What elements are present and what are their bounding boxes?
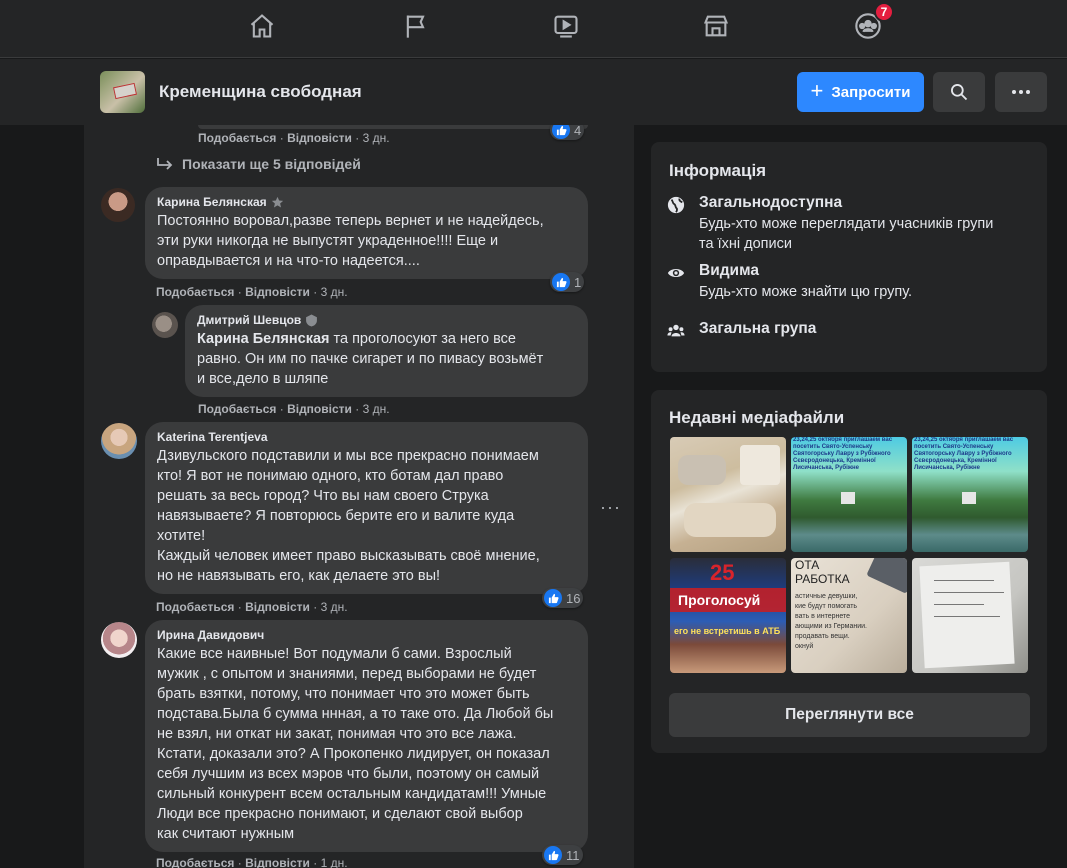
comment-actions: Подобається · Відповісти · 3 дн. bbox=[156, 600, 348, 614]
timestamp[interactable]: 1 дн. bbox=[321, 856, 348, 868]
info-title: Інформація bbox=[669, 161, 767, 180]
more-button[interactable] bbox=[995, 72, 1047, 112]
media-caption: РАБОТКА bbox=[795, 572, 850, 586]
reaction-count[interactable]: 16 bbox=[542, 588, 584, 608]
marketplace-icon[interactable] bbox=[696, 8, 736, 44]
comment-actions: Подобається · Відповісти · 3 дн. bbox=[198, 131, 390, 145]
search-icon bbox=[951, 84, 968, 101]
show-more-replies[interactable]: Показати ще 5 відповідей bbox=[156, 156, 361, 172]
info-row-title: Видима bbox=[699, 262, 759, 279]
media-caption: астичные девушки, кие будут помогать ват… bbox=[795, 593, 867, 650]
media-caption: его не встретишь в АТБ bbox=[674, 626, 781, 636]
media-thumbnail[interactable]: 23,24,25 октября приглашаем вас посетить… bbox=[791, 437, 907, 552]
comment-bubble: Ирина Давидович Какие все наивные! Вот п… bbox=[145, 620, 588, 852]
like-icon bbox=[544, 589, 562, 607]
avatar[interactable] bbox=[101, 423, 137, 459]
like-icon bbox=[552, 273, 570, 291]
recent-media-card: Недавні медіафайли 23,24,25 октября приг… bbox=[651, 390, 1047, 753]
comment-author[interactable]: Дмитрий Шевцов bbox=[197, 313, 301, 327]
comment-text: Дзивульского подставили и мы все прекрас… bbox=[157, 448, 540, 584]
mention-link[interactable]: Карина Белянская bbox=[197, 331, 329, 347]
info-row-title: Загальнодоступна bbox=[699, 194, 843, 211]
media-title: Недавні медіафайли bbox=[669, 408, 845, 427]
shield-badge-icon bbox=[306, 314, 318, 326]
watch-icon[interactable] bbox=[546, 8, 586, 44]
comment-author[interactable]: Ирина Давидович bbox=[157, 628, 576, 642]
like-link[interactable]: Подобається bbox=[198, 402, 276, 416]
flag-icon[interactable] bbox=[396, 8, 436, 44]
plus-icon: + bbox=[810, 78, 824, 103]
info-card: Інформація Загальнодоступна Будь-хто мож… bbox=[651, 142, 1047, 372]
reaction-count[interactable]: 11 bbox=[542, 845, 583, 865]
reply-bubble: Дмитрий Шевцов Карина Белянская та прого… bbox=[185, 305, 588, 397]
media-thumbnail[interactable] bbox=[912, 558, 1028, 673]
media-caption: Проголосуй bbox=[678, 592, 761, 608]
notification-badge: 7 bbox=[874, 2, 894, 22]
comment-bubble: Карина Белянская Постоянно воровал,разве… bbox=[145, 187, 588, 279]
info-row-general: Загальна група bbox=[667, 320, 816, 340]
group-thumbnail[interactable] bbox=[100, 71, 145, 113]
reply-arrow-icon bbox=[157, 158, 173, 170]
reply-link[interactable]: Відповісти bbox=[287, 402, 352, 416]
previous-comment-bubble-edge bbox=[198, 125, 588, 129]
media-caption: ОТА bbox=[795, 558, 820, 572]
comment-text: Постоянно воровал,разве теперь вернет и … bbox=[157, 213, 544, 269]
info-row-public: Загальнодоступна Будь-хто може перегляда… bbox=[667, 194, 993, 254]
media-caption: 23,24,25 октября приглашаем вас посетить… bbox=[914, 437, 1014, 471]
eye-icon bbox=[667, 268, 685, 278]
comments-feed: Подобається · Відповісти · 3 дн. 4 Показ… bbox=[84, 125, 634, 868]
timestamp[interactable]: 3 дн. bbox=[321, 285, 348, 299]
timestamp[interactable]: 3 дн. bbox=[321, 600, 348, 614]
media-thumbnail[interactable]: 23,24,25 октября приглашаем вас посетить… bbox=[912, 437, 1028, 552]
reply-link[interactable]: Відповісти bbox=[287, 131, 352, 145]
info-row-desc: Будь-хто може знайти цю групу. bbox=[699, 284, 913, 300]
reaction-count[interactable]: 1 bbox=[550, 272, 585, 292]
star-badge-icon bbox=[271, 196, 283, 207]
people-icon bbox=[667, 324, 685, 337]
comment-options-icon[interactable]: ··· bbox=[600, 497, 621, 518]
media-thumbnail[interactable]: 25 Проголосуй его не встретишь в АТБ bbox=[670, 558, 786, 673]
reply-link[interactable]: Відповісти bbox=[245, 856, 310, 868]
like-icon bbox=[544, 846, 562, 864]
media-thumbnail[interactable] bbox=[670, 437, 786, 552]
search-button[interactable] bbox=[933, 72, 985, 112]
globe-icon bbox=[667, 196, 685, 214]
comment-actions: Подобається · Відповісти · 1 дн. bbox=[156, 856, 348, 868]
group-header: Кременщина свободная + Запросити bbox=[0, 59, 1067, 125]
home-icon[interactable] bbox=[242, 8, 282, 44]
view-all-button[interactable]: Переглянути все bbox=[669, 693, 1030, 737]
media-thumbnail[interactable]: ОТА РАБОТКА астичные девушки, кие будут … bbox=[791, 558, 907, 673]
comment-author[interactable]: Katerina Terentjeva bbox=[157, 430, 576, 444]
comment-author[interactable]: Карина Белянская bbox=[157, 195, 267, 209]
like-link[interactable]: Подобається bbox=[156, 856, 234, 868]
timestamp[interactable]: 3 дн. bbox=[363, 131, 390, 145]
reply-link[interactable]: Відповісти bbox=[245, 600, 310, 614]
invite-label: Запросити bbox=[831, 83, 911, 101]
comment-actions: Подобається · Відповісти · 3 дн. bbox=[198, 402, 390, 416]
top-navigation: 7 bbox=[0, 0, 1067, 58]
avatar[interactable] bbox=[101, 188, 135, 222]
reaction-count[interactable]: 4 bbox=[550, 125, 585, 140]
timestamp[interactable]: 3 дн. bbox=[363, 402, 390, 416]
like-link[interactable]: Подобається bbox=[198, 131, 276, 145]
more-icon bbox=[1012, 90, 1030, 94]
info-row-desc: Будь-хто може переглядати учасників груп… bbox=[699, 216, 994, 252]
like-icon bbox=[552, 125, 570, 139]
invite-button[interactable]: + Запросити bbox=[797, 72, 924, 112]
group-name[interactable]: Кременщина свободная bbox=[159, 82, 362, 102]
info-row-title: Загальна група bbox=[699, 320, 817, 337]
media-caption: 23,24,25 октября приглашаем вас посетить… bbox=[793, 437, 893, 471]
comment-text: Какие все наивные! Вот подумали б сами. … bbox=[157, 646, 554, 842]
comment-bubble: Katerina Terentjeva Дзивульского подстав… bbox=[145, 422, 588, 594]
comment-actions: Подобається · Відповісти · 3 дн. bbox=[156, 285, 348, 299]
reply-link[interactable]: Відповісти bbox=[245, 285, 310, 299]
avatar[interactable] bbox=[152, 312, 178, 338]
info-row-visible: Видима Будь-хто може знайти цю групу. bbox=[667, 262, 912, 302]
like-link[interactable]: Подобається bbox=[156, 285, 234, 299]
like-link[interactable]: Подобається bbox=[156, 600, 234, 614]
avatar[interactable] bbox=[101, 622, 137, 658]
groups-icon[interactable]: 7 bbox=[848, 2, 894, 44]
